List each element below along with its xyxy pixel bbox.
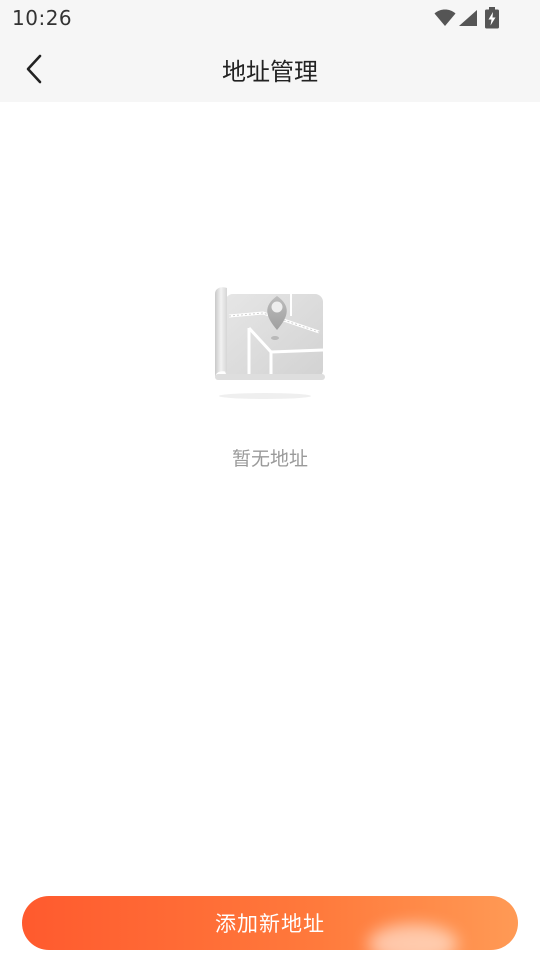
cellular-signal-icon	[459, 10, 477, 26]
page-title: 地址管理	[222, 58, 318, 86]
status-time: 10:26	[12, 6, 73, 30]
wifi-icon	[434, 9, 456, 26]
map-pin-icon	[215, 287, 325, 399]
status-icons	[432, 7, 500, 29]
add-new-address-label: 添加新地址	[215, 912, 325, 936]
status-bar: 10:26	[0, 0, 540, 36]
add-new-address-button[interactable]: 添加新地址	[22, 896, 518, 950]
empty-state-message: 暂无地址	[231, 448, 308, 470]
empty-state: 暂无地址	[0, 280, 540, 471]
button-highlight	[368, 924, 458, 950]
navigation-bar: 地址管理	[0, 36, 540, 102]
address-management-screen: 10:26 地址管理 暂无地址 添加新地址	[0, 0, 540, 960]
battery-charging-icon	[485, 7, 499, 29]
